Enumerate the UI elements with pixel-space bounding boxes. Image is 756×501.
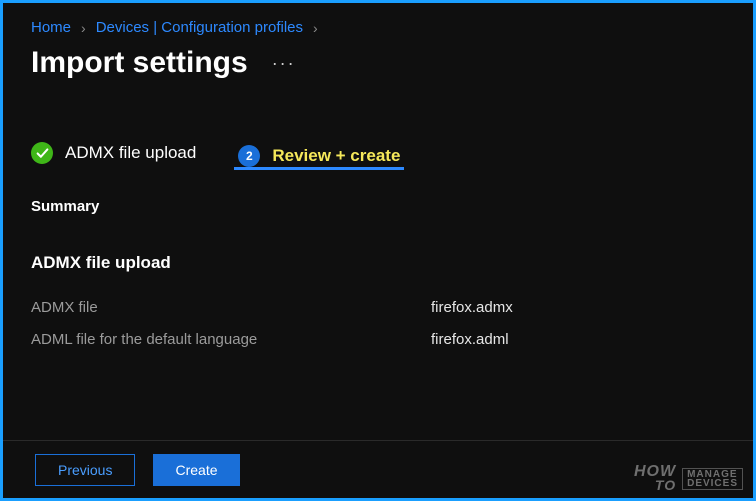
step-label: ADMX file upload	[65, 143, 196, 163]
breadcrumb-devices[interactable]: Devices | Configuration profiles	[96, 19, 303, 36]
step-review-create[interactable]: 2 Review + create	[234, 145, 404, 170]
row-value: firefox.admx	[431, 299, 513, 316]
row-label: ADMX file	[31, 299, 431, 316]
row-label: ADML file for the default language	[31, 331, 431, 348]
watermark-text: TO	[655, 479, 676, 492]
step-label: Review + create	[272, 146, 400, 166]
table-row: ADML file for the default language firef…	[31, 323, 725, 355]
wizard-steps: ADMX file upload 2 Review + create	[31, 142, 725, 172]
row-value: firefox.adml	[431, 331, 509, 348]
check-circle-icon	[31, 142, 53, 164]
chevron-right-icon: ›	[313, 20, 318, 36]
page-title: Import settings	[31, 46, 248, 80]
previous-button[interactable]: Previous	[35, 454, 135, 486]
summary-table: ADMX file firefox.admx ADML file for the…	[31, 291, 725, 355]
breadcrumb: Home › Devices | Configuration profiles …	[31, 3, 725, 36]
watermark-text: DEVICES	[687, 479, 738, 488]
section-heading: ADMX file upload	[31, 253, 725, 273]
watermark: HOW TO MANAGE DEVICES	[634, 465, 743, 492]
chevron-right-icon: ›	[81, 20, 86, 36]
summary-heading: Summary	[31, 198, 725, 215]
table-row: ADMX file firefox.admx	[31, 291, 725, 323]
create-button[interactable]: Create	[153, 454, 239, 486]
breadcrumb-home[interactable]: Home	[31, 19, 71, 36]
step-number-badge: 2	[238, 145, 260, 167]
more-actions-button[interactable]: ···	[272, 53, 296, 74]
step-admx-upload[interactable]: ADMX file upload	[31, 142, 196, 172]
